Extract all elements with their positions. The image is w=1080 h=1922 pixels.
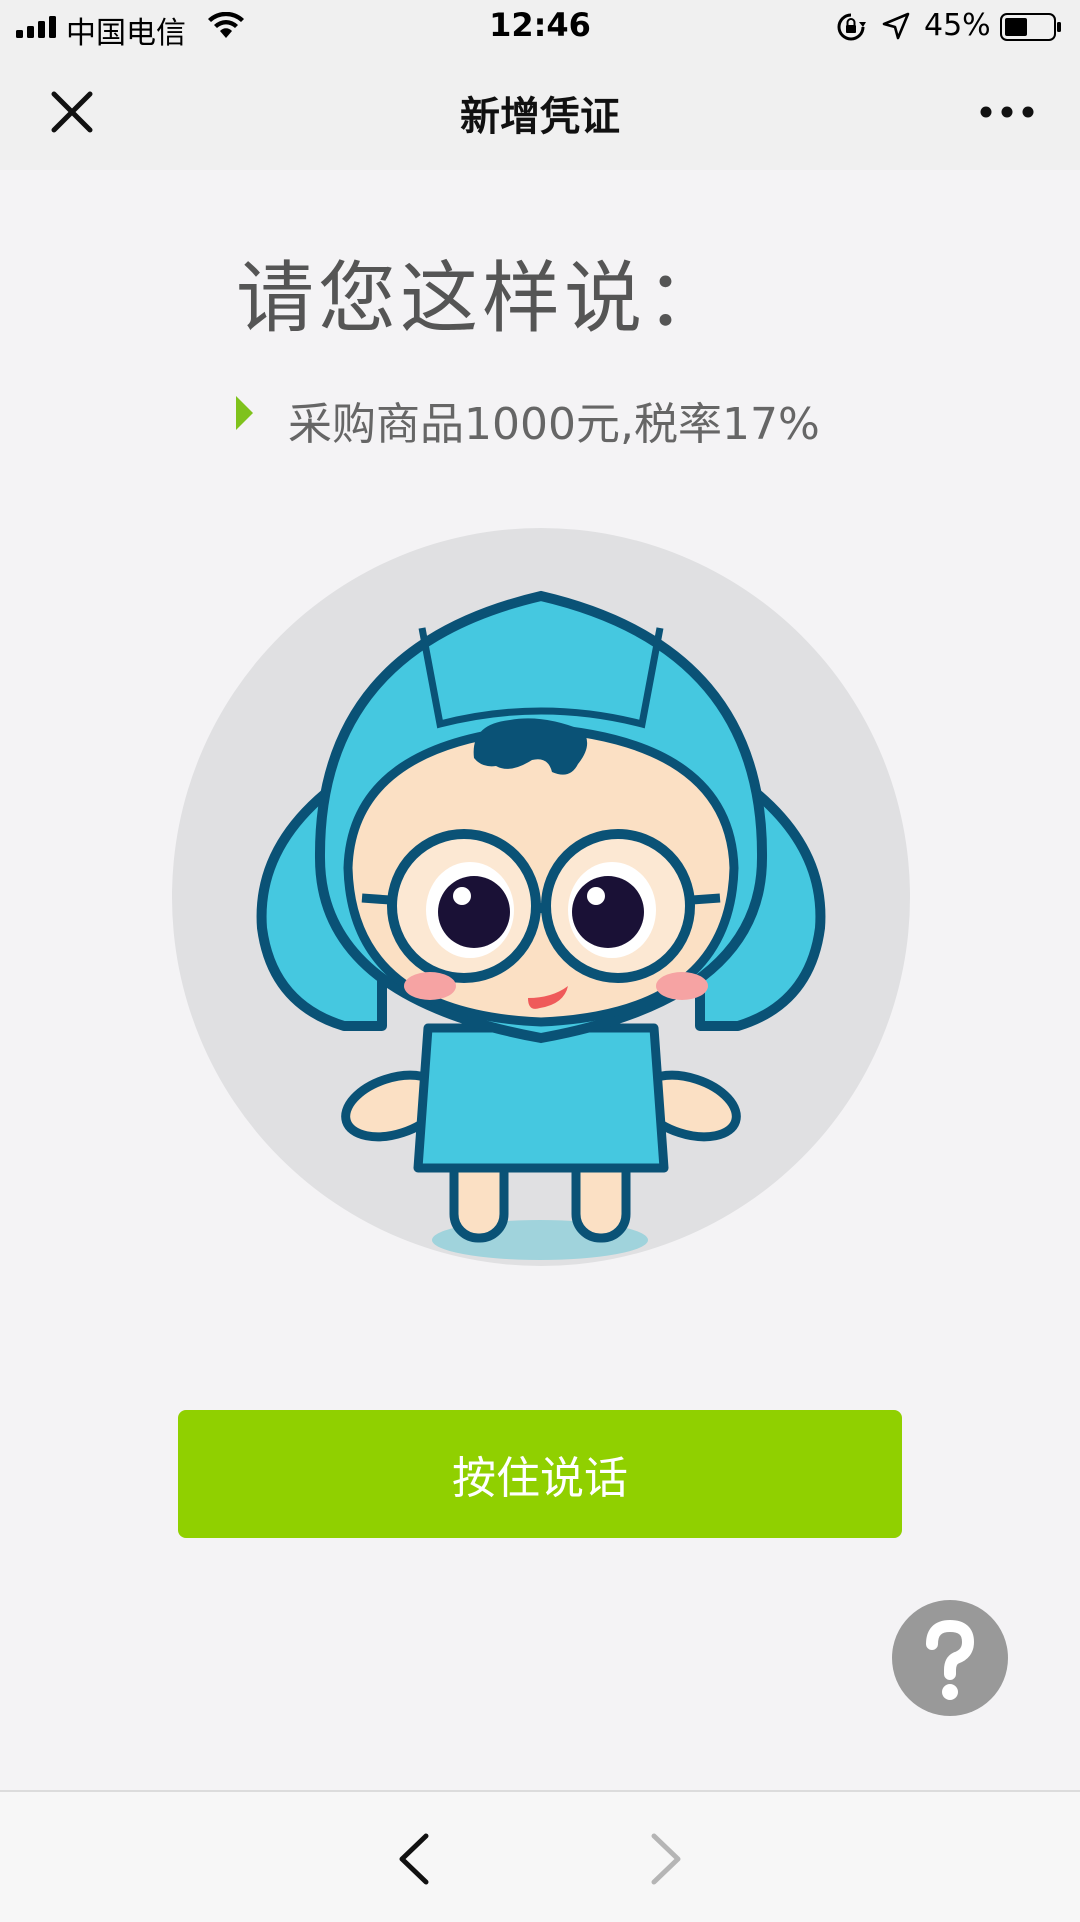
bottom-toolbar: [0, 1790, 1080, 1922]
rotation-lock-icon: [837, 13, 866, 41]
more-icon[interactable]: [978, 100, 1036, 124]
hint-row: 采购商品1000元,税率17%: [236, 388, 936, 450]
nav-bar: 新增凭证: [0, 54, 1080, 170]
help-icon[interactable]: [892, 1600, 1008, 1716]
page-title: 新增凭证: [460, 94, 620, 140]
battery-percent: 45%: [924, 8, 991, 43]
forward-arrow-icon[interactable]: [646, 1832, 686, 1886]
mascot-avatar: [172, 528, 910, 1266]
clock: 12:46: [489, 6, 591, 44]
hint-text: 采购商品1000元,税率17%: [288, 399, 820, 450]
status-bar: 中国电信 12:46 45%: [0, 0, 1080, 54]
robot-mascot-illustration: [172, 528, 910, 1266]
prompt-title: 请您这样说：: [236, 254, 729, 344]
battery-icon: [1000, 13, 1061, 41]
location-icon: [882, 12, 910, 40]
hold-to-talk-button[interactable]: 按住说话: [178, 1410, 902, 1538]
hint-arrow-icon: [236, 396, 253, 430]
back-arrow-icon[interactable]: [394, 1832, 434, 1886]
